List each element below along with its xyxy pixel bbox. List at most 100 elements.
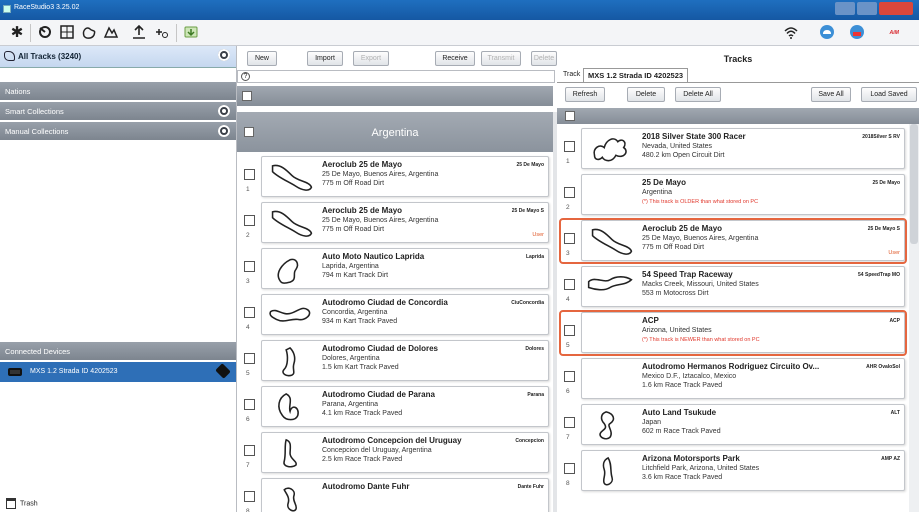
upload-icon[interactable]	[130, 23, 148, 41]
track-location: Concepcion del Uruguay, Argentina	[322, 447, 432, 454]
group-checkbox[interactable]	[244, 127, 254, 137]
gear-icon[interactable]	[218, 105, 230, 117]
row-checkbox[interactable]	[244, 353, 255, 364]
cloud-icon[interactable]	[818, 23, 836, 41]
select-all-checkbox[interactable]	[242, 91, 252, 101]
close-button[interactable]	[879, 2, 913, 15]
settings-icon[interactable]: ✱	[8, 23, 26, 41]
load-saved-button[interactable]: Load Saved	[861, 87, 917, 102]
gear-icon[interactable]	[218, 49, 230, 61]
select-all-checkbox[interactable]	[565, 111, 575, 121]
track-location: Parana, Argentina	[322, 401, 379, 408]
track-card[interactable]: Autodromo Dante Fuhr Dante Fuhr	[261, 478, 549, 512]
track-card[interactable]: Auto Land Tsukude Japan ALT 602 m Race Trac…	[581, 404, 905, 445]
table-row[interactable]: 5 Autodromo Ciudad de Dolores Dolores, Arg…	[237, 339, 553, 383]
search-input[interactable]: ?	[237, 70, 555, 83]
track-card[interactable]: Aeroclub 25 de Mayo 25 De Mayo, Buenos Ai…	[261, 156, 549, 197]
wifi-icon[interactable]	[782, 23, 800, 41]
device-tracks-toolbar: Refresh Delete Delete All Save All Load …	[557, 82, 919, 104]
row-checkbox[interactable]	[564, 417, 575, 428]
table-row[interactable]: 3 Auto Moto Nautico Laprida Laprida, Argen…	[237, 247, 553, 291]
smart-collections-header[interactable]: Smart Collections	[0, 102, 236, 120]
manual-collections-header[interactable]: Manual Collections	[0, 122, 236, 140]
country-group-header[interactable]: Argentina	[237, 112, 553, 152]
track-card[interactable]: Aeroclub 25 de Mayo 25 De Mayo, Buenos Ai…	[261, 202, 549, 243]
import-button[interactable]: Import	[307, 51, 343, 66]
minimize-button[interactable]	[835, 2, 855, 15]
row-checkbox[interactable]	[564, 463, 575, 474]
save-all-button[interactable]: Save All	[811, 87, 851, 102]
export-button[interactable]: Export	[353, 51, 389, 66]
trash-item[interactable]: Trash	[6, 498, 38, 509]
sidebar: All Tracks (3240) Nations Smart Collecti…	[0, 46, 237, 512]
row-checkbox[interactable]	[244, 445, 255, 456]
help-icon[interactable]: ?	[241, 72, 250, 81]
row-number: 1	[246, 186, 250, 193]
delete-button[interactable]: Delete	[531, 51, 557, 66]
row-checkbox[interactable]	[244, 169, 255, 180]
store-icon[interactable]	[848, 23, 866, 41]
transmit-button[interactable]: Transmit	[481, 51, 521, 66]
nations-header[interactable]: Nations	[0, 82, 236, 100]
import-icon[interactable]	[182, 23, 200, 41]
row-checkbox[interactable]	[244, 215, 255, 226]
table-row[interactable]: 7 Autodromo Concepcion del Uruguay Concepc…	[237, 431, 553, 475]
track-card[interactable]: 25 De Mayo Argentina 25 De Mayo (*) This tr…	[581, 174, 905, 215]
table-row[interactable]: 4 54 Speed Trap Raceway Macks Creek, Misso…	[557, 265, 909, 309]
all-tracks-item[interactable]: All Tracks (3240)	[0, 46, 236, 68]
edit-icon[interactable]	[215, 363, 231, 379]
track-label: Track	[563, 71, 581, 78]
table-row[interactable]: 4 Autodromo Ciudad de Concordia Concordia,…	[237, 293, 553, 337]
gear-icon[interactable]	[218, 125, 230, 137]
track-details: 775 m Off Road Dirt	[322, 180, 385, 187]
tracks-icon[interactable]	[80, 23, 98, 41]
analysis-icon[interactable]	[58, 23, 76, 41]
row-checkbox[interactable]	[564, 187, 575, 198]
table-row[interactable]: 7 Auto Land Tsukude Japan ALT 602 m Race Tra…	[557, 403, 909, 447]
row-checkbox[interactable]	[564, 279, 575, 290]
maximize-button[interactable]	[857, 2, 877, 15]
track-name: Autodromo Ciudad de Parana	[322, 390, 435, 399]
track-card[interactable]: Arizona Motorsports Park Litchfield Park,…	[581, 450, 905, 491]
table-row[interactable]: 8 Arizona Motorsports Park Litchfield Park…	[557, 449, 909, 493]
track-card[interactable]: Autodromo Concepcion del Uruguay Concepci…	[261, 432, 549, 473]
track-card[interactable]: 54 Speed Trap Raceway Macks Creek, Missou…	[581, 266, 905, 307]
delete-button[interactable]: Delete	[627, 87, 665, 102]
refresh-button[interactable]: Refresh	[565, 87, 605, 102]
track-card[interactable]: Autodromo Ciudad de Parana Parana, Argent…	[261, 386, 549, 427]
device-icon[interactable]	[36, 23, 54, 41]
receive-button[interactable]: Receive	[435, 51, 475, 66]
row-checkbox[interactable]	[244, 491, 255, 502]
track-short-name: Laprida	[525, 254, 544, 260]
logo-icon[interactable]	[102, 23, 120, 41]
device-item[interactable]: MXS 1.2 Strada ID 4202523	[0, 362, 236, 382]
table-row[interactable]: 1 Aeroclub 25 de Mayo 25 De Mayo, Buenos A…	[237, 155, 553, 199]
row-checkbox[interactable]	[564, 371, 575, 382]
row-checkbox[interactable]	[564, 141, 575, 152]
table-row[interactable]: 2 25 De Mayo Argentina 25 De Mayo (*) This t…	[557, 173, 909, 217]
scrollbar-thumb[interactable]	[910, 124, 918, 244]
track-map-icon	[593, 138, 627, 162]
row-checkbox[interactable]	[244, 307, 255, 318]
track-card[interactable]: Autodromo Ciudad de Dolores Dolores, Arge…	[261, 340, 549, 381]
track-location: 25 De Mayo, Buenos Aires, Argentina	[322, 217, 439, 224]
table-row[interactable]: 1 2018 Silver State 300 Racer Nevada, Unit…	[557, 127, 909, 171]
table-row[interactable]: 6 Autodromo Ciudad de Parana Parana, Argen…	[237, 385, 553, 429]
track-card[interactable]: 2018 Silver State 300 Racer Nevada, Unite…	[581, 128, 905, 169]
track-short-name: 2018Silver S RV	[862, 134, 900, 140]
track-card[interactable]: Autodromo Ciudad de Concordia Concordia, …	[261, 294, 549, 335]
new-button[interactable]: New	[247, 51, 277, 66]
add-device-icon[interactable]	[152, 23, 170, 41]
track-card[interactable]: Autodromo Hermanos Rodriguez Circuito Ov…	[581, 358, 905, 399]
scrollbar[interactable]	[909, 124, 919, 512]
track-name: Arizona Motorsports Park	[642, 454, 740, 463]
table-row[interactable]: 8 Autodromo Dante Fuhr Dante Fuhr	[237, 477, 553, 512]
track-card[interactable]: Auto Moto Nautico Laprida Laprida, Argent…	[261, 248, 549, 289]
delete-all-button[interactable]: Delete All	[675, 87, 721, 102]
row-checkbox[interactable]	[244, 399, 255, 410]
device-tab[interactable]: MXS 1.2 Strada ID 4202523	[583, 68, 689, 82]
nations-label: Nations	[5, 87, 31, 96]
table-row[interactable]: 2 Aeroclub 25 de Mayo 25 De Mayo, Buenos A…	[237, 201, 553, 245]
table-row[interactable]: 6 Autodromo Hermanos Rodriguez Circuito O…	[557, 357, 909, 401]
row-checkbox[interactable]	[244, 261, 255, 272]
